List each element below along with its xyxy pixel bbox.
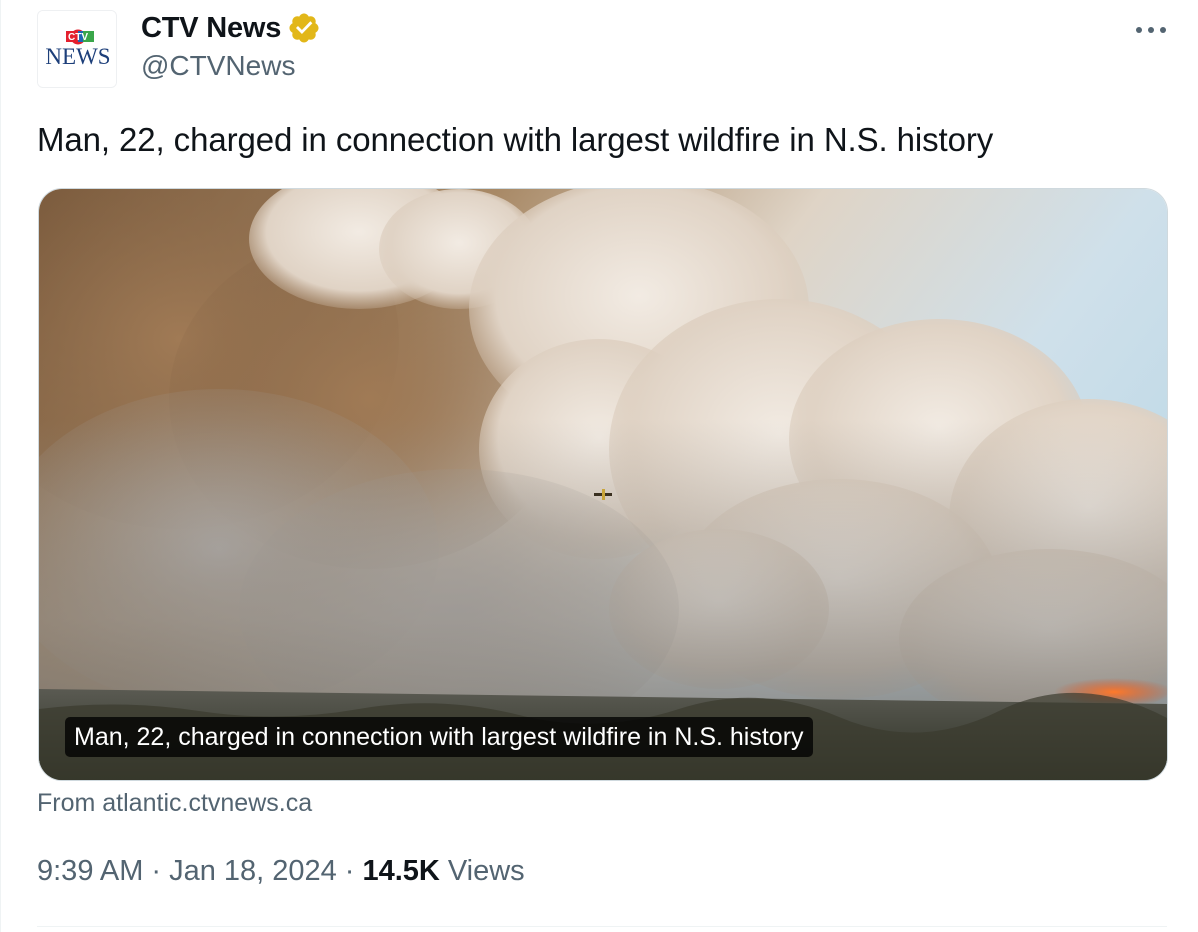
views-label: Views: [447, 855, 525, 887]
tweet-time[interactable]: 9:39 AM: [37, 855, 143, 888]
link-card[interactable]: Man, 22, charged in connection with larg…: [38, 188, 1168, 781]
meta-separator: ·: [151, 855, 162, 887]
more-horizontal-icon: [1136, 27, 1166, 33]
wildfire-smoke-photo: [39, 189, 1167, 780]
more-options-button[interactable]: [1131, 18, 1171, 42]
ctv-news-logo: CTV NEWS: [38, 11, 116, 87]
author-handle[interactable]: @CTVNews: [141, 50, 295, 82]
divider: [37, 926, 1167, 927]
author-display-name[interactable]: CTV News: [141, 12, 281, 45]
tweet: CTV NEWS CTV News @CTVNews Man, 22, char…: [0, 0, 1198, 932]
tweet-text: Man, 22, charged in connection with larg…: [37, 121, 994, 158]
author-avatar[interactable]: CTV NEWS: [37, 10, 117, 88]
source-domain-link[interactable]: atlantic.ctvnews.ca: [102, 789, 312, 817]
logo-bottom-text: NEWS: [45, 44, 110, 69]
views-count: 14.5K: [362, 855, 440, 887]
meta-separator: ·: [344, 855, 355, 887]
card-source: From atlantic.ctvnews.ca: [37, 789, 312, 818]
author-name-row[interactable]: CTV News: [141, 10, 321, 46]
verified-badge-icon[interactable]: [287, 11, 321, 45]
source-prefix: From: [37, 789, 103, 817]
card-caption: Man, 22, charged in connection with larg…: [65, 717, 813, 757]
tweet-meta: 9:39 AM · Jan 18, 2024 · 14.5K Views: [37, 855, 525, 888]
logo-top-text: CTV: [68, 32, 88, 43]
tweet-date[interactable]: Jan 18, 2024: [169, 855, 337, 888]
